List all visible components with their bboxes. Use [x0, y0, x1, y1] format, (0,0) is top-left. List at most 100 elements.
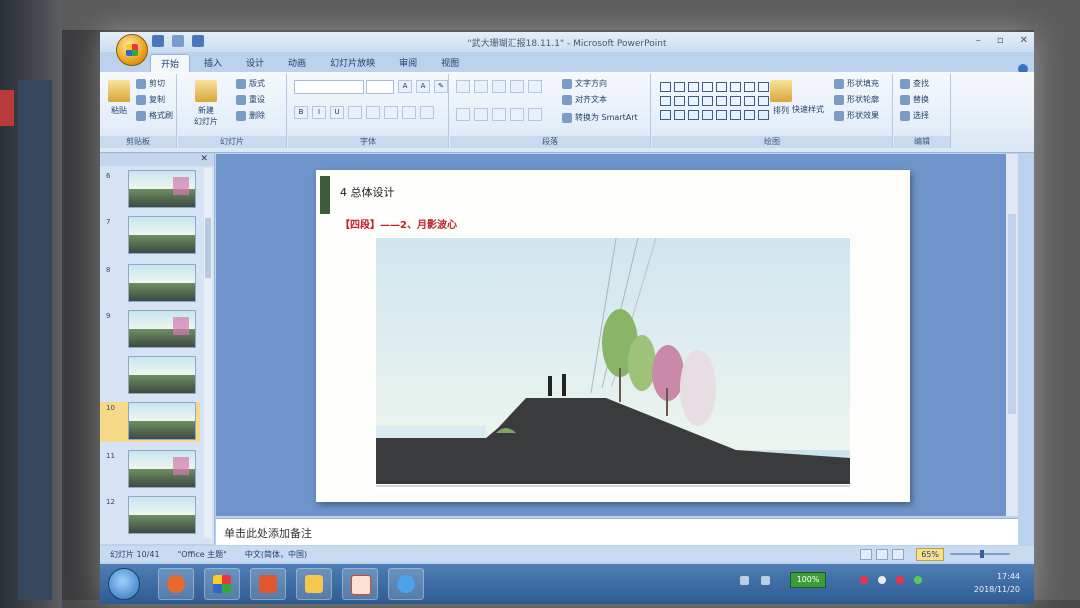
shield-icon[interactable] — [914, 576, 922, 584]
minimize-icon[interactable]: – — [976, 35, 981, 46]
underline-button[interactable]: U — [330, 106, 344, 119]
shapes-gallery[interactable] — [660, 82, 769, 120]
close-icon[interactable]: ✕ — [1020, 35, 1028, 46]
shape-fill-button[interactable]: 形状填充 — [834, 78, 879, 89]
tab-view[interactable]: 视图 — [431, 54, 469, 72]
increase-indent-icon[interactable] — [510, 80, 524, 93]
thumbnail-7[interactable]: 7 — [100, 216, 200, 256]
language[interactable]: 中文(简体，中国) — [245, 549, 307, 560]
slideshow-view-icon[interactable] — [892, 549, 904, 560]
shape-effects-button[interactable]: 形状效果 — [834, 110, 879, 121]
room-wall-left — [0, 0, 62, 608]
bullets-icon[interactable] — [456, 80, 470, 93]
binoculars-icon — [900, 78, 910, 89]
ribbon: 粘贴 剪切 复制 格式刷 剪贴板 新建 幻灯片 版式 重设 删除 幻灯片 A A ✎… — [100, 72, 1034, 153]
office-button[interactable] — [116, 34, 148, 66]
taskbar-app-office[interactable] — [204, 568, 240, 600]
zoom-slider-knob[interactable] — [980, 550, 984, 558]
battery-indicator[interactable]: 100% — [790, 572, 826, 588]
close-icon[interactable]: ✕ — [200, 154, 208, 164]
shrink-font-icon[interactable]: A — [416, 80, 430, 93]
font-family-combo[interactable] — [294, 80, 364, 94]
line-spacing-icon[interactable] — [528, 80, 542, 93]
layout-button[interactable]: 版式 — [236, 78, 265, 89]
copy-button[interactable]: 复制 — [136, 94, 165, 105]
taskbar-app-powerpoint[interactable] — [342, 568, 378, 600]
format-painter-button[interactable]: 格式刷 — [136, 110, 173, 121]
clear-format-icon[interactable]: ✎ — [434, 80, 448, 93]
taskbar-app-folder[interactable] — [296, 568, 332, 600]
taskbar-app-browser[interactable] — [158, 568, 194, 600]
replace-button[interactable]: 替换 — [900, 94, 929, 105]
list-buttons — [456, 80, 542, 93]
flag-icon[interactable] — [896, 576, 904, 584]
new-slide-button[interactable]: 新建 幻灯片 — [194, 80, 218, 127]
columns-icon[interactable] — [528, 108, 542, 121]
font-color-icon[interactable] — [420, 106, 434, 119]
align-text-button[interactable]: 对齐文本 — [562, 94, 607, 105]
tab-home[interactable]: 开始 — [150, 54, 191, 72]
spacing-icon[interactable] — [384, 106, 398, 119]
notes-pane[interactable]: 单击此处添加备注 — [216, 518, 1018, 545]
thumbnail-9[interactable]: 9 — [100, 310, 200, 350]
case-icon[interactable] — [402, 106, 416, 119]
clock[interactable]: 17:44 2018/11/20 — [974, 570, 1020, 596]
text-direction-button[interactable]: 文字方向 — [562, 78, 607, 89]
network-icon[interactable] — [740, 576, 749, 585]
thumbnail-12[interactable]: 12 — [100, 496, 200, 536]
thumbnail-11[interactable]: 11 — [100, 450, 200, 490]
shape-outline-button[interactable]: 形状轮廓 — [834, 94, 879, 105]
tab-design[interactable]: 设计 — [236, 54, 274, 72]
taskbar-app-pdf[interactable] — [250, 568, 286, 600]
bold-button[interactable]: B — [294, 106, 308, 119]
cut-button[interactable]: 剪切 — [136, 78, 165, 89]
volume-icon[interactable] — [878, 576, 886, 584]
thumbnail-8[interactable]: 8 — [100, 264, 200, 304]
maximize-icon[interactable]: ▫ — [997, 35, 1004, 46]
section-drawing-image[interactable] — [376, 238, 850, 490]
current-slide[interactable]: 4 总体设计 【四段】——2、月影波心 — [316, 170, 910, 502]
thumbnail-6[interactable]: 6 — [100, 170, 200, 210]
align-center-icon[interactable] — [474, 108, 488, 121]
smartart-button[interactable]: 转换为 SmartArt — [562, 112, 638, 123]
tab-insert[interactable]: 插入 — [194, 54, 232, 72]
scissors-icon — [136, 78, 146, 89]
slide-subtitle[interactable]: 【四段】——2、月影波心 — [340, 216, 457, 231]
slide-heading[interactable]: 4 总体设计 — [340, 184, 395, 200]
find-button[interactable]: 查找 — [900, 78, 929, 89]
justify-icon[interactable] — [510, 108, 524, 121]
tab-animations[interactable]: 动画 — [278, 54, 316, 72]
start-button[interactable] — [108, 568, 140, 600]
display-icon[interactable] — [761, 576, 770, 585]
strikethrough-icon[interactable] — [348, 106, 362, 119]
tab-slideshow[interactable]: 幻灯片放映 — [320, 54, 385, 72]
thumbnail-scrollbar[interactable] — [204, 168, 212, 538]
grow-font-icon[interactable]: A — [398, 80, 412, 93]
align-right-icon[interactable] — [492, 108, 506, 121]
tab-review[interactable]: 审阅 — [389, 54, 427, 72]
zoom-level[interactable]: 65% — [916, 548, 944, 561]
sorter-view-icon[interactable] — [876, 549, 888, 560]
shadow-icon[interactable] — [366, 106, 380, 119]
taskbar-app-ie[interactable] — [388, 568, 424, 600]
security-icon[interactable] — [860, 576, 868, 584]
quick-styles-button[interactable]: 快速样式 — [792, 104, 824, 115]
select-button[interactable]: 选择 — [900, 110, 929, 121]
shape-effects-label: 形状效果 — [847, 111, 879, 120]
thumbnail-10[interactable]: 10 — [100, 402, 200, 442]
group-label-drawing: 绘图 — [652, 136, 892, 148]
font-size-combo[interactable] — [366, 80, 394, 94]
delete-button[interactable]: 删除 — [236, 110, 265, 121]
thumb-image — [128, 450, 196, 488]
normal-view-icon[interactable] — [860, 549, 872, 560]
text-direction-icon — [562, 78, 572, 89]
paste-button[interactable]: 粘贴 — [108, 80, 130, 116]
numbering-icon[interactable] — [474, 80, 488, 93]
arrange-button[interactable]: 排列 — [770, 80, 792, 116]
decrease-indent-icon[interactable] — [492, 80, 506, 93]
editor-scrollbar[interactable] — [1006, 154, 1018, 516]
thumbnail-9b[interactable] — [100, 356, 200, 396]
align-left-icon[interactable] — [456, 108, 470, 121]
italic-button[interactable]: I — [312, 106, 326, 119]
reset-button[interactable]: 重设 — [236, 94, 265, 105]
